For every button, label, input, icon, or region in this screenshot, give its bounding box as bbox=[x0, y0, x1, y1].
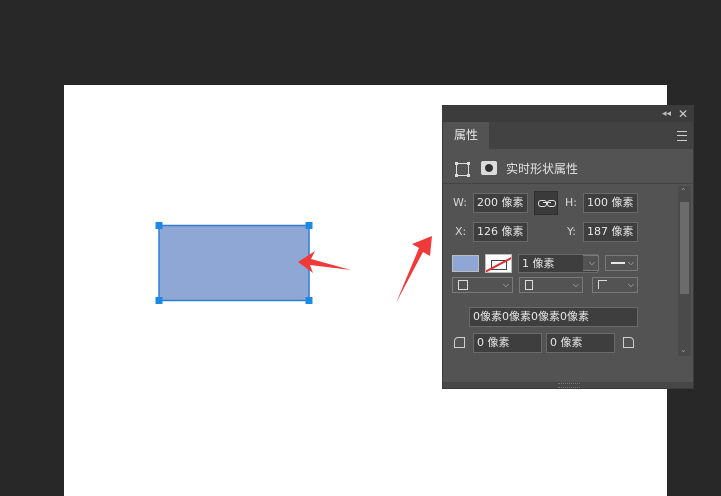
rectangle-shape[interactable] bbox=[158, 224, 310, 302]
panel-tab-bar: 属性 bbox=[443, 122, 693, 149]
close-icon[interactable]: ✕ bbox=[678, 106, 688, 122]
section-title: 实时形状属性 bbox=[506, 162, 579, 176]
stroke-caps-dropdown[interactable]: ⌵ bbox=[519, 277, 583, 293]
panel-resize-bar[interactable] bbox=[443, 382, 693, 388]
handle-top-left[interactable] bbox=[155, 222, 163, 229]
scroll-up-icon[interactable]: ⌃ bbox=[680, 187, 687, 196]
stroke-corners-dropdown[interactable]: ⌵ bbox=[592, 277, 638, 293]
corner-tl-field[interactable]: 0 像素 bbox=[473, 333, 542, 353]
width-field[interactable]: 200 像素 bbox=[473, 193, 528, 213]
handle-bottom-right[interactable] bbox=[305, 297, 313, 304]
chain-link-icon[interactable] bbox=[534, 191, 558, 215]
shape-bounds-icon[interactable] bbox=[455, 162, 470, 177]
panel-scrollbar[interactable]: ⌃ ⌄ bbox=[678, 186, 691, 356]
stroke-type-dropdown[interactable]: ⌵ bbox=[605, 255, 638, 271]
y-field[interactable]: 187 像素 bbox=[583, 222, 638, 242]
annotation-arrow-up bbox=[396, 236, 432, 303]
section-header: 实时形状属性 bbox=[443, 149, 693, 184]
y-label: Y: bbox=[567, 225, 576, 238]
corner-top-left-icon bbox=[454, 337, 465, 348]
width-label: W: bbox=[453, 196, 467, 209]
x-label: X: bbox=[455, 225, 467, 238]
hamburger-menu-icon[interactable] bbox=[677, 131, 687, 141]
scrollbar-thumb[interactable] bbox=[680, 202, 689, 294]
scroll-down-icon[interactable]: ⌄ bbox=[680, 345, 687, 354]
x-field[interactable]: 126 像素 bbox=[473, 222, 528, 242]
height-label: H: bbox=[565, 196, 577, 209]
height-field[interactable]: 100 像素 bbox=[583, 193, 638, 213]
stroke-align-dropdown[interactable]: ⌵ bbox=[452, 277, 513, 293]
handle-bottom-left[interactable] bbox=[155, 297, 163, 304]
mask-icon[interactable] bbox=[481, 161, 497, 175]
tab-properties[interactable]: 属性 bbox=[443, 122, 489, 149]
double-left-arrow-icon[interactable]: ◂◂ bbox=[662, 106, 671, 122]
stroke-width-dropdown[interactable]: ⌵ bbox=[583, 255, 599, 271]
corner-top-right-icon bbox=[623, 337, 634, 348]
properties-panel: ◂◂ ✕ 属性 实时形状属性 W: 200 像素 H: 100 像素 X: 12… bbox=[442, 105, 694, 389]
fill-color-swatch[interactable] bbox=[452, 255, 479, 272]
stroke-color-swatch[interactable] bbox=[485, 254, 512, 273]
corner-radii-field[interactable]: 0像素0像素0像素0像素 bbox=[469, 307, 638, 327]
panel-top-bar: ◂◂ ✕ bbox=[443, 106, 693, 122]
corner-tr-field[interactable]: 0 像素 bbox=[546, 333, 615, 353]
handle-top-right[interactable] bbox=[305, 222, 313, 229]
